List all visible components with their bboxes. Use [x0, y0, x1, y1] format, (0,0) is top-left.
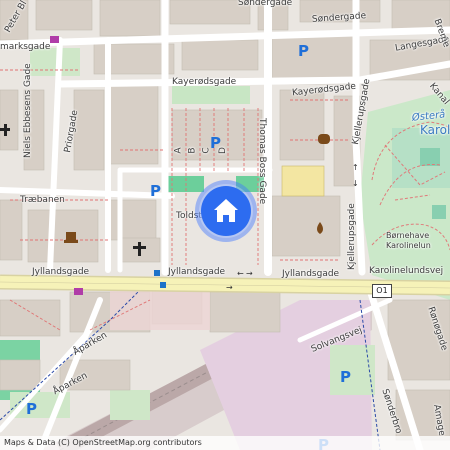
route-shield: O1 — [372, 284, 392, 298]
street-label: Søndergade — [238, 0, 293, 8]
street-label: Kayerødsgade — [172, 77, 237, 87]
parking-icon[interactable]: P — [298, 44, 309, 59]
street-label: Jyllandsgade — [32, 267, 90, 277]
building-label: A — [173, 147, 184, 154]
street-label: Jyllandsgade — [282, 269, 340, 279]
map-attribution[interactable]: Maps & Data (C) OpenStreetMap.org contri… — [0, 436, 450, 450]
svg-text:←: ← — [237, 269, 244, 278]
svg-text:↓: ↓ — [352, 179, 359, 188]
place-label: Karol — [420, 123, 450, 137]
street-label: marksgade — [0, 42, 51, 52]
parking-icon[interactable]: P — [26, 402, 37, 417]
street-label: Jyllandsgade — [168, 267, 226, 277]
street-label: Træbanen — [20, 195, 65, 205]
street-label: Karolinelundsvej — [369, 266, 444, 276]
parking-icon[interactable]: P — [340, 370, 351, 385]
map-canvas[interactable]: → → ← ↑ ↓ Jyllandsgade Jyllandsgade Jyll… — [0, 0, 450, 450]
street-label: Kjellerupsgade — [347, 203, 357, 270]
current-location-marker[interactable] — [195, 180, 257, 242]
street-label: Niels Ebbesens Gade — [23, 63, 33, 158]
street-label: Thomas Boss Gade — [257, 118, 267, 205]
parking-icon[interactable]: P — [210, 136, 221, 151]
place-label: Karolinelun — [386, 241, 431, 250]
building-label: B — [187, 147, 198, 154]
svg-text:→: → — [246, 269, 253, 278]
place-label: Børnehave — [386, 231, 430, 240]
home-icon[interactable] — [201, 186, 251, 236]
parking-icon[interactable]: P — [150, 184, 161, 199]
svg-text:→: → — [226, 283, 233, 292]
svg-text:↑: ↑ — [352, 163, 359, 172]
